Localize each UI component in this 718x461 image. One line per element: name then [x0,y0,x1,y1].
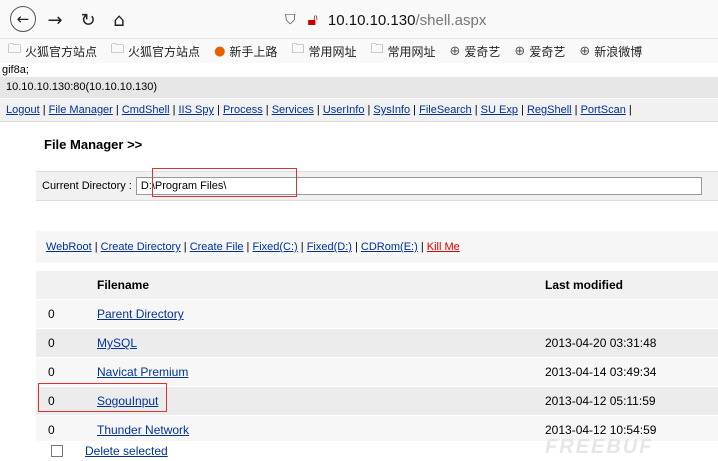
nav-iis-spy[interactable]: IIS Spy [179,104,214,116]
nav-sysinfo[interactable]: SysInfo [373,104,410,116]
insecure-lock-icon[interactable]: 🔓︎ [308,10,318,30]
row-filename-link[interactable]: Parent Directory [97,307,184,321]
table-row: 0 Parent Directory [36,299,718,329]
current-directory-row: Current Directory : [36,171,718,201]
row-num: 0 [36,328,97,358]
nav-regshell[interactable]: RegShell [527,104,572,116]
shell-nav: Logout | File Manager | CmdShell | IIS S… [0,99,718,122]
header-filename: Filename [97,271,545,300]
nav-logout[interactable]: Logout [6,104,40,116]
bookmark-item[interactable]: ⊕ 爱奇艺 [514,43,565,60]
globe-icon: ⊕ [579,43,591,59]
folder-icon: 🗀 [370,42,384,57]
highlight-box [38,383,167,412]
row-modified: 2013-04-12 05:11:59 [545,386,718,416]
nav-process[interactable]: Process [223,104,263,116]
page-title: File Manager >> [44,137,143,152]
row-filename-link[interactable]: MySQL [97,336,137,350]
row-modified: 2013-04-20 03:31:48 [545,328,718,358]
bookmark-item[interactable]: 🗀 火狐官方站点 [111,40,200,62]
nav-filesearch[interactable]: FileSearch [419,104,472,116]
bookmark-item[interactable]: ⊕ 新浪微博 [579,43,642,60]
nav-userinfo[interactable]: UserInfo [323,104,365,116]
highlight-box [152,168,297,197]
folder-icon: 🗀 [8,42,22,57]
folder-icon: 🗀 [291,42,305,57]
watermark: FREEBUF [545,436,654,458]
select-all-checkbox[interactable] [51,445,63,457]
link-create-file[interactable]: Create File [190,241,244,253]
reload-icon[interactable]: ↻ [75,7,101,33]
bookmark-item[interactable]: ⊕ 爱奇艺 [449,43,500,60]
row-filename-link[interactable]: Navicat Premium [97,365,188,379]
firefox-icon: ● [214,43,226,59]
header-last-modified: Last modified [545,271,718,300]
bookmarks-bar: 🗀 火狐官方站点 🗀 火狐官方站点 ● 新手上路 🗀 常用网址 🗀 常用网址 ⊕ 爱奇艺 ⊕… [0,39,718,63]
bookmark-item[interactable]: ● 新手上路 [214,43,277,60]
browser-toolbar: ← → ↻ ⌂ ⛉ 🔓︎ 10.10.10.130/shell.aspx [0,0,718,39]
nav-file-manager[interactable]: File Manager [49,104,113,116]
url-host: 10.10.10.130 [327,11,416,29]
header-num [36,271,97,300]
table-row: 0 MySQL 2013-04-20 03:31:48 [36,328,718,358]
back-icon[interactable]: ← [10,6,36,32]
url-path: /shell.aspx [415,11,487,29]
current-directory-label: Current Directory : [42,180,132,192]
host-info: 10.10.10.130:80(10.10.10.130) [0,77,718,99]
table-header: Filename Last modified [36,271,718,300]
bookmark-item[interactable]: 🗀 常用网址 [291,40,356,62]
nav-cmdshell[interactable]: CmdShell [122,104,170,116]
file-table: Filename Last modified 0 Parent Director… [36,271,718,445]
link-drive-c[interactable]: Fixed(C:) [252,241,297,253]
shield-icon[interactable]: ⛉ [285,12,296,28]
row-modified [545,299,718,329]
home-icon[interactable]: ⌂ [106,7,132,33]
row-filename-link[interactable]: Thunder Network [97,423,189,437]
link-kill-me[interactable]: Kill Me [427,241,460,253]
bookmark-item[interactable]: 🗀 火狐官方站点 [8,40,97,62]
globe-icon: ⊕ [449,43,461,59]
folder-icon: 🗀 [111,42,125,57]
page-top-text: gif8a; [2,64,29,76]
nav-services[interactable]: Services [272,104,314,116]
bookmark-item[interactable]: 🗀 常用网址 [370,40,435,62]
link-create-directory[interactable]: Create Directory [101,241,181,253]
nav-su-exp[interactable]: SU Exp [481,104,518,116]
nav-portscan[interactable]: PortScan [581,104,626,116]
row-modified: 2013-04-14 03:49:34 [545,357,718,387]
row-num: 0 [36,299,97,329]
operation-links: WebRoot | Create Directory | Create File… [36,231,718,263]
delete-selected-link[interactable]: Delete selected [85,444,168,458]
link-webroot[interactable]: WebRoot [46,241,92,253]
link-drive-d[interactable]: Fixed(D:) [307,241,352,253]
forward-icon[interactable]: → [42,7,68,33]
link-drive-e[interactable]: CDRom(E:) [361,241,418,253]
globe-icon: ⊕ [514,43,526,59]
url-bar[interactable]: ⛉ 🔓︎ 10.10.10.130/shell.aspx [285,8,718,32]
